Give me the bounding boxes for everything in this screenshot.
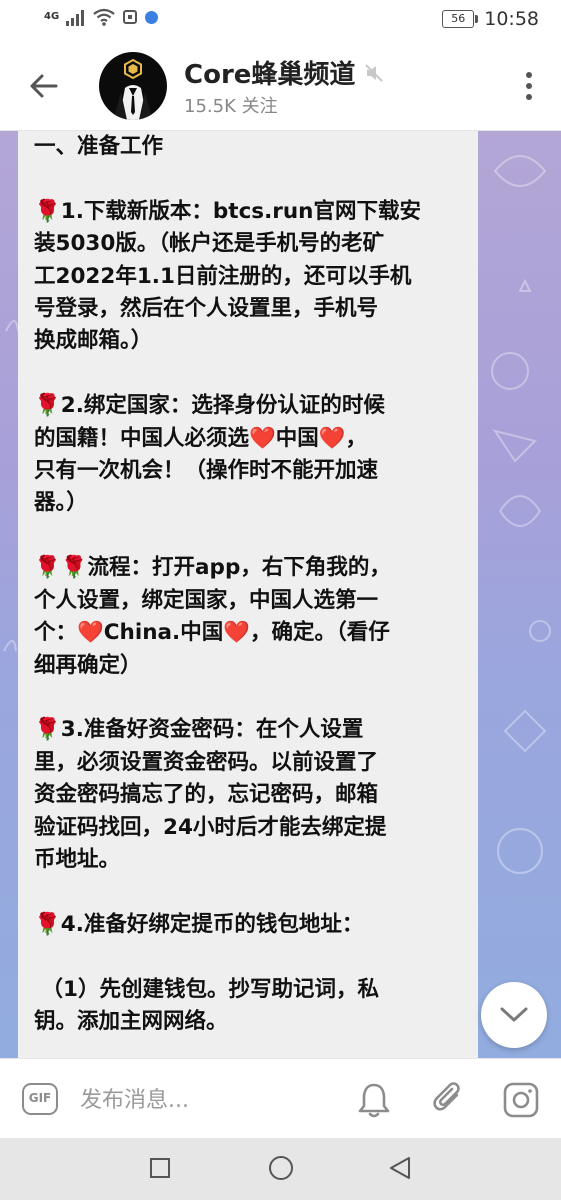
- status-right: 56 10:58: [442, 8, 539, 30]
- scroll-down-button[interactable]: [481, 982, 547, 1048]
- hexagon-logo-icon: [113, 58, 153, 120]
- message-text: 一、准备工作 🌹1.下载新版本：btcs.run官网下载安 装5030版。（帐户…: [34, 134, 421, 1034]
- back-triangle-icon[interactable]: [387, 1155, 413, 1181]
- message-input[interactable]: [78, 1081, 342, 1119]
- gif-button[interactable]: GIF: [22, 1083, 58, 1115]
- network-type: 4G: [44, 11, 60, 22]
- signal-icon: [66, 10, 85, 26]
- channel-title-text: Core蜂巢频道: [184, 60, 356, 90]
- home-circle-icon[interactable]: [268, 1155, 294, 1181]
- chip-icon: [123, 10, 138, 24]
- speaker-muted-icon: [365, 63, 384, 82]
- status-left: 4G: [44, 8, 159, 26]
- status-bar: 4G 56 10:58: [0, 0, 561, 40]
- app-notification-icon: [145, 10, 159, 24]
- subscriber-count: 15.5K 关注: [184, 96, 278, 117]
- system-nav-bar: [0, 1138, 561, 1200]
- bell-icon[interactable]: [356, 1081, 392, 1119]
- message-input-bar: GIF: [0, 1058, 561, 1139]
- three-dots-vertical-icon[interactable]: [521, 68, 537, 104]
- paperclip-icon[interactable]: [430, 1079, 466, 1119]
- chat-area[interactable]: 一、准备工作 🌹1.下载新版本：btcs.run官网下载安 装5030版。（帐户…: [0, 131, 561, 1058]
- wifi-icon: [93, 8, 115, 26]
- channel-title[interactable]: Core蜂巢频道: [184, 54, 384, 91]
- chevron-down-icon: [500, 1007, 528, 1022]
- battery-icon: 56: [442, 10, 479, 28]
- chat-header: Core蜂巢频道 15.5K 关注: [0, 40, 561, 131]
- clock: 10:58: [484, 8, 539, 30]
- recents-square-icon[interactable]: [149, 1157, 171, 1179]
- camera-icon[interactable]: [502, 1081, 540, 1119]
- arrow-left-icon[interactable]: [26, 68, 62, 104]
- channel-avatar[interactable]: [99, 52, 167, 120]
